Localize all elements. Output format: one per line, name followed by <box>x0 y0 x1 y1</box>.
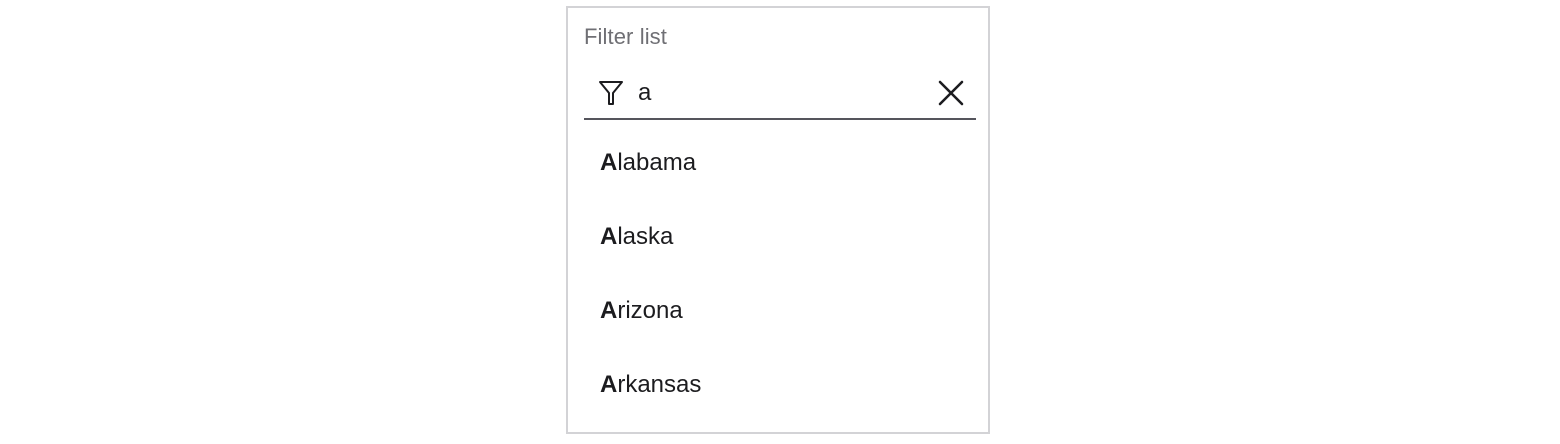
list-item[interactable]: Alabama <box>568 126 988 200</box>
item-text: rizona <box>617 297 683 324</box>
match-highlight: A <box>600 371 618 398</box>
match-highlight: A <box>600 223 618 250</box>
filter-icon <box>598 79 624 107</box>
filter-results-list: Alabama Alaska Arizona Arkansas <box>568 126 988 422</box>
match-highlight: A <box>600 149 618 176</box>
item-text: rkansas <box>617 371 702 398</box>
filter-input[interactable] <box>638 74 928 112</box>
list-item[interactable]: Alaska <box>568 200 988 274</box>
item-text: laska <box>617 223 674 250</box>
filter-list-panel: Filter list Alabama Alaska Arizona Arkan… <box>566 6 990 434</box>
list-item[interactable]: Arizona <box>568 274 988 348</box>
item-text: labama <box>617 149 697 176</box>
match-highlight: A <box>600 297 618 324</box>
close-icon[interactable] <box>936 78 966 108</box>
filter-list-label: Filter list <box>584 24 667 49</box>
filter-search-field <box>584 66 976 120</box>
list-item[interactable]: Arkansas <box>568 348 988 422</box>
